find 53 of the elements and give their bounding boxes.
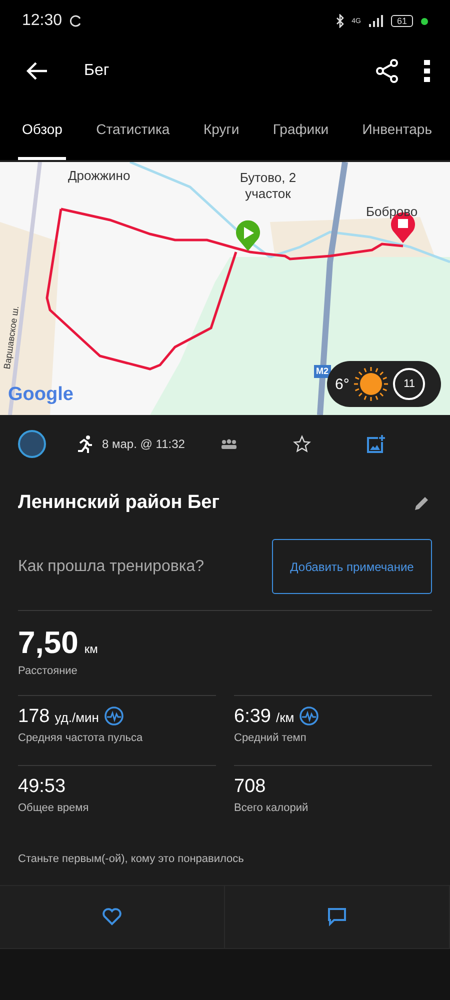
group-icon[interactable] [220,439,237,449]
place-label: Боброво [366,204,418,220]
signal-icon [368,15,383,27]
edit-pencil-icon[interactable] [414,495,430,511]
stat-unit: /км [276,710,294,725]
stat-label: Общее время [18,802,90,814]
star-icon[interactable] [292,435,311,453]
distance-unit: км [84,642,98,656]
share-icon [376,59,398,83]
sun-icon [353,366,390,402]
distance-value: 7,50 [18,625,78,661]
add-photo-icon[interactable] [366,435,385,453]
stat-label: Всего калорий [234,802,310,814]
running-person-icon [76,435,94,453]
wind-indicator: 11 [393,368,426,400]
activity-date: 8 мар. @ 11:32 [102,437,185,451]
distance-label: Расстояние [18,665,78,677]
road-label: Варшавское ш. [2,305,22,370]
heart-icon [102,908,122,926]
likes-text: Станьте первым(-ой), кому это понравилось [17,852,245,867]
stat-value: 178 [18,706,50,728]
stat-value: 6:39 [234,706,271,728]
screen-title: Бег [84,62,110,80]
bluetooth-icon [336,14,344,28]
note-prompt: Как прошла тренировка? [18,558,204,576]
more-vertical-icon [424,60,430,82]
status-dot [421,18,428,24]
pulse-chart-icon[interactable] [299,706,320,726]
battery-indicator: 61 [390,15,413,27]
stat-value: 49:53 [18,776,66,798]
avatar[interactable] [18,430,46,458]
tab[interactable]: Круги [199,100,244,160]
sync-icon [70,15,82,27]
stat-label: Средний темп [234,732,308,744]
tab[interactable]: Статистика [92,100,174,160]
back-arrow-icon [26,62,48,80]
start-pin-icon [235,220,261,252]
place-label: Дрожжино [68,168,130,184]
activity-title: Ленинский район Бег [18,492,220,514]
map-drawing[interactable]: Дрожжино Бутово, 2 участок Боброво Варшавское ш. M2 Google 6° 11 [0,162,450,415]
stat-label: Средняя частота пульса [18,732,144,744]
tab[interactable]: Графики [268,100,333,160]
stat-unit: уд./мин [54,710,99,725]
map-logo: Google [8,384,74,406]
road-shield: M2 [314,365,331,378]
stat-value: 708 [234,776,266,798]
pulse-chart-icon[interactable] [104,706,124,726]
comment-icon [327,907,347,927]
status-time: 12:30 [22,12,62,30]
place-label: Бутово, 2 участок [238,170,298,202]
tab[interactable]: Инвентарь [358,100,436,160]
add-note-button[interactable]: Добавить примечание [272,539,432,594]
temperature-label: 6° [335,376,350,392]
